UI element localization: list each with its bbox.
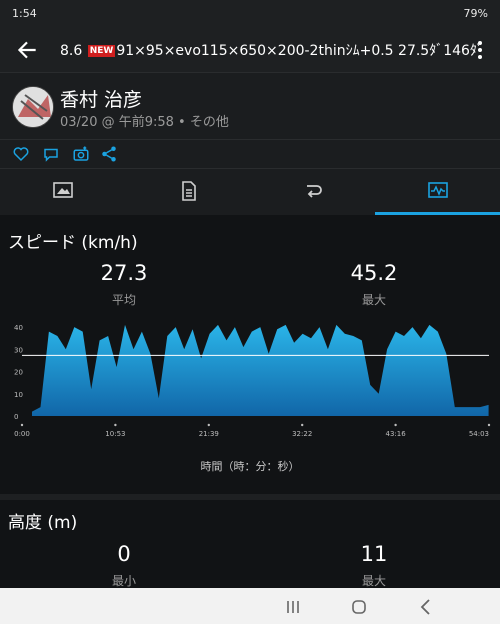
max-speed-label: 最大 <box>361 293 386 307</box>
speed-section: スピード (km/h) 27.3 平均 45.2 最大 0 10 20 30 40 0:0… <box>0 216 500 492</box>
like-heart-icon[interactable] <box>12 145 30 163</box>
max-speed-value: 45.2 <box>350 261 398 285</box>
share-icon[interactable] <box>100 145 118 163</box>
x-tick-label: 0:00 <box>14 430 30 438</box>
x-tick-mark <box>20 423 24 427</box>
y-tick-label: 10 <box>14 391 23 399</box>
back-nav-icon[interactable] <box>416 597 436 617</box>
x-tick-label: 21:39 <box>199 430 219 438</box>
home-icon[interactable] <box>349 597 369 617</box>
min-altitude-label: 最小 <box>111 574 136 588</box>
tab-details[interactable] <box>125 169 250 215</box>
chart-pulse-icon <box>428 182 448 198</box>
min-altitude-value: 0 <box>117 542 131 566</box>
app-bar: 8.6 NEW 91×95×evo115×650×200-2thinｼﾑ+0.5 … <box>0 28 500 72</box>
x-tick-mark <box>394 423 397 427</box>
tab-charts[interactable] <box>375 169 500 215</box>
max-altitude-label: 最大 <box>361 574 386 588</box>
activity-title: 8.6 NEW 91×95×evo115×650×200-2thinｼﾑ+0.5 … <box>60 40 484 60</box>
user-name[interactable]: 香村 治彦 <box>60 85 142 112</box>
back-arrow-icon[interactable] <box>14 37 40 63</box>
y-tick-label: 40 <box>14 324 23 332</box>
speed-title: スピード (km/h) <box>8 233 138 253</box>
tab-laps[interactable] <box>250 169 375 215</box>
x-axis-caption: 時間（時：分：秒） <box>200 460 300 473</box>
activity-profile: 香村 治彦 03/20 @ 午前9:58 • その他 <box>0 72 500 139</box>
max-altitude-value: 11 <box>360 542 388 566</box>
photo-map-icon <box>53 182 73 198</box>
y-tick-label: 30 <box>14 346 23 354</box>
avg-speed-label: 平均 <box>111 293 136 307</box>
speed-chart[interactable]: 0 10 20 30 40 0:00 10:53 21:39 32:22 43:16 54:03 <box>0 312 500 452</box>
x-tick-mark <box>114 423 117 427</box>
recent-apps-icon[interactable] <box>283 597 303 617</box>
x-tick-label: 43:16 <box>386 430 407 438</box>
altitude-title: 高度 (m) <box>8 513 78 533</box>
status-time: 1:54 <box>12 7 37 20</box>
tab-bar <box>0 168 500 215</box>
title-text: 91×95×evo115×650×200-2thinｼﾑ+0.5 27.5ﾀﾞ1… <box>116 43 484 59</box>
more-vert-icon[interactable] <box>472 38 488 62</box>
speed-area-series <box>32 324 489 416</box>
laps-loop-icon <box>307 185 322 198</box>
document-icon <box>182 181 196 201</box>
avg-speed-value: 27.3 <box>100 261 148 285</box>
x-tick-mark <box>207 423 210 427</box>
new-badge: NEW <box>87 45 116 57</box>
comment-icon[interactable] <box>42 145 60 163</box>
y-tick-label: 20 <box>14 369 23 377</box>
x-tick-mark <box>301 423 304 427</box>
x-tick-label: 10:53 <box>105 430 125 438</box>
activity-meta: 03/20 @ 午前9:58 • その他 <box>60 115 229 130</box>
avatar[interactable] <box>12 86 54 128</box>
altitude-section: 高度 (m) 0 最小 11 最大 <box>0 500 500 588</box>
x-tick-label: 54:03 <box>469 430 489 438</box>
action-row <box>0 139 500 168</box>
x-tick-mark <box>487 423 491 427</box>
y-tick-label: 0 <box>14 413 18 421</box>
speed-chart-svg: 0 10 20 30 40 0:00 10:53 21:39 32:22 43:16 54:03 <box>14 324 491 438</box>
x-tick-label: 32:22 <box>292 430 312 438</box>
title-prefix: 8.6 <box>60 43 83 59</box>
status-bar: 1:54 79% <box>0 0 500 28</box>
tab-overview[interactable] <box>0 169 125 215</box>
status-battery: 79% <box>463 7 488 20</box>
system-nav-bar <box>0 588 500 624</box>
camera-add-icon[interactable] <box>72 145 90 163</box>
